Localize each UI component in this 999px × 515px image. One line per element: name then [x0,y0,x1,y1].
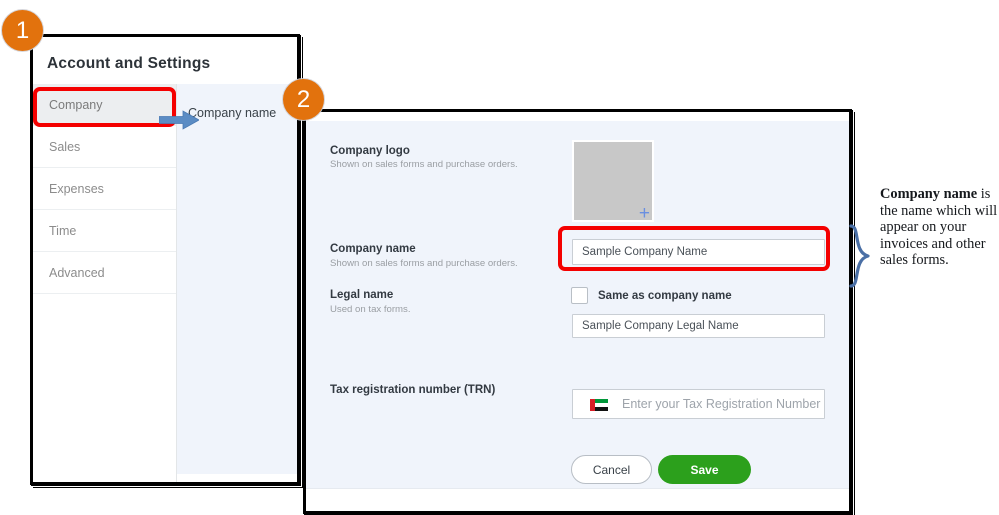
window2-inner: Company logo Shown on sales forms and pu… [306,112,849,511]
sidebar-item-sales[interactable]: Sales [33,126,176,168]
uae-flag-icon [590,399,608,411]
page-title: Account and Settings [47,55,211,72]
step-badge-1-label: 1 [15,16,30,44]
trn-placeholder: Enter your Tax Registration Number [622,397,821,411]
legal-name-value: Sample Company Legal Name [582,320,739,332]
curly-brace-icon [849,224,870,288]
company-name-sublabel: Shown on sales forms and purchase orders… [330,258,518,269]
step-badge-1: 1 [2,10,43,51]
legal-name-sublabel: Used on tax forms. [330,304,411,315]
sidebar-item-label: Expenses [49,182,104,196]
company-settings-detail-window: Company logo Shown on sales forms and pu… [303,109,852,514]
bottom-strip [306,488,849,511]
add-logo-icon[interactable]: + [639,204,650,223]
sidebar-item-label: Time [49,224,77,238]
flag-black-band [595,407,608,411]
step-badge-2: 2 [283,79,324,120]
save-button[interactable]: Save [658,455,751,484]
company-logo-placeholder[interactable]: + [572,140,654,223]
company-name-section-title: Company name [188,106,277,120]
sidebar-item-expenses[interactable]: Expenses [33,168,176,210]
annotation-text: Company name is the name which will appe… [880,186,999,269]
legal-name-input[interactable]: Sample Company Legal Name [572,314,825,338]
highlight-box-company-name-field [558,226,830,271]
settings-sidebar: Company Sales Expenses Time Advanced [33,84,177,482]
same-as-company-name-label: Same as company name [598,290,732,302]
legal-name-label: Legal name [330,289,394,301]
sidebar-item-label: Advanced [49,266,105,280]
save-button-label: Save [690,462,719,477]
step-badge-2-label: 2 [296,85,311,113]
top-strip [306,112,849,121]
company-logo-sublabel: Shown on sales forms and purchase orders… [330,159,518,170]
same-as-company-name-checkbox[interactable] [571,287,588,304]
annotation-bold: Company name [880,186,978,202]
cancel-button[interactable]: Cancel [571,455,652,484]
trn-input[interactable]: Enter your Tax Registration Number [572,389,825,419]
highlight-box-company-tab [33,87,176,127]
trn-label: Tax registration number (TRN) [330,384,496,396]
sidebar-item-label: Sales [49,140,81,154]
sidebar-item-time[interactable]: Time [33,210,176,252]
company-logo-label: Company logo [330,145,410,157]
cancel-button-label: Cancel [592,462,631,477]
company-name-label: Company name [330,243,416,255]
blue-arrow-icon [159,110,199,130]
sidebar-item-advanced[interactable]: Advanced [33,252,176,294]
window1-content-pane: Company name [177,84,297,474]
